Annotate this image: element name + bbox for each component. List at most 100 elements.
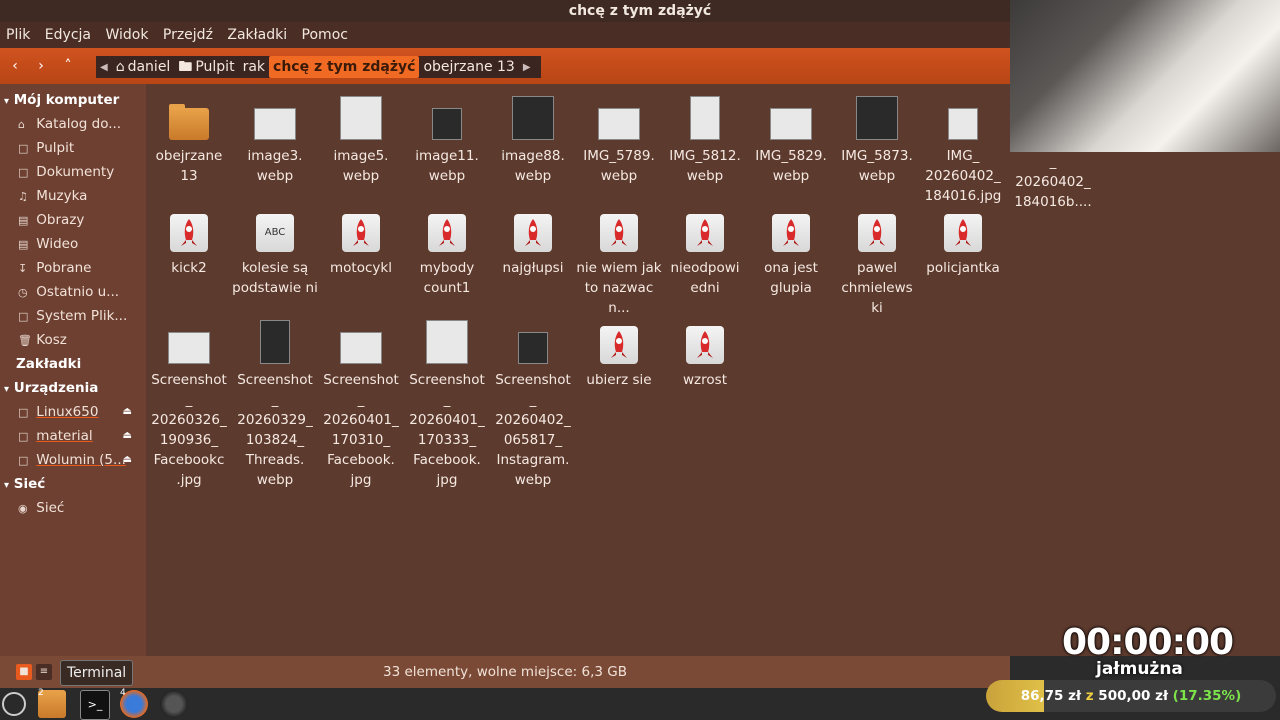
sidebar-item-desktop[interactable]: □ Pulpit [0, 136, 146, 160]
sidebar-header-network[interactable]: ▾ Sieć [0, 472, 146, 496]
sidebar-item-videos[interactable]: ▤ Wideo [0, 232, 146, 256]
expand-icon: ▾ [4, 96, 10, 107]
menu-view[interactable]: Widok [105, 27, 148, 43]
sidebar-header-devices[interactable]: ▾ Urządzenia [0, 376, 146, 400]
image-thumbnail-icon [426, 320, 468, 364]
breadcrumb-current[interactable]: chcę z tym zdążyć [269, 56, 420, 78]
file-item[interactable]: Screenshot _ 20260329_ 103824_ Threads. … [232, 316, 318, 490]
file-item[interactable]: nieodpowi edni [662, 204, 748, 298]
file-label: Screenshot _ 20260401_ 170310_ Facebook.… [323, 372, 399, 488]
stream-timer: 00:00:00 [1062, 622, 1234, 663]
menu-bookmarks[interactable]: Zakładki [227, 27, 287, 43]
music-icon: ♫ [18, 190, 28, 203]
file-item[interactable]: Screenshot _ 20260402_ 065817_ Instagram… [490, 316, 576, 490]
sidebar-item-recent[interactable]: ◷ Ostatnio u... [0, 280, 146, 304]
file-label: IMG_ 20260402_ 184016.jpg [924, 148, 1002, 204]
file-item[interactable]: ABC kolesie są podstawie ni [232, 204, 318, 298]
breadcrumb-home[interactable]: ⌂ daniel [112, 56, 175, 78]
file-label: image88. webp [501, 148, 565, 184]
rocket-icon [170, 214, 208, 252]
file-item[interactable]: Screenshot _ 20260326_ 190936_ Facebookc… [146, 316, 232, 490]
picture-icon: ▤ [18, 214, 29, 227]
files-app-icon[interactable]: 2 [38, 688, 66, 718]
rocket-icon [514, 214, 552, 252]
file-item[interactable]: ubierz sie [576, 316, 662, 390]
file-item[interactable]: IMG_5789. webp [576, 92, 662, 186]
file-label: policjantka [926, 260, 1000, 276]
sidebar-item-device-linux650[interactable]: □ Linux650 ⏏ [0, 400, 146, 424]
file-item[interactable]: najgłupsi [490, 204, 576, 278]
expand-icon: ▾ [4, 480, 10, 491]
files-badge: 2 [38, 688, 44, 698]
file-item[interactable]: motocykl [318, 204, 404, 278]
obs-app-icon[interactable] [160, 690, 188, 718]
menu-file[interactable]: Plik [6, 27, 30, 43]
donation-bar: 86,75 zł z 500,00 zł (17.35%) [986, 680, 1276, 712]
sidebar-header-computer[interactable]: ▾ Mój komputer [0, 88, 146, 112]
breadcrumb-left-icon[interactable]: ◀ [96, 62, 112, 73]
donation-caption: jałmużna [1096, 659, 1183, 679]
file-item[interactable]: image11. webp [404, 92, 490, 186]
rocket-icon [600, 326, 638, 364]
tree-toggle-icon[interactable]: ≡ [36, 664, 52, 680]
image-thumbnail-icon [260, 320, 290, 364]
file-item[interactable]: obejrzane 13 [146, 92, 232, 186]
sidebar-item-music[interactable]: ♫ Muzyka [0, 184, 146, 208]
file-item[interactable]: Screenshot _ 20260401_ 170333_ Facebook.… [404, 316, 490, 490]
file-item[interactable]: policjantka [920, 204, 1006, 278]
breadcrumb-desktop[interactable]: 🖿 Pulpit [174, 56, 238, 78]
menu-edit[interactable]: Edycja [45, 27, 91, 43]
sidebar-item-device-material[interactable]: □ material ⏏ [0, 424, 146, 448]
file-item[interactable]: image3. webp [232, 92, 318, 186]
file-item[interactable]: IMG_ 20260402_ 184016.jpg [920, 92, 1006, 206]
toolbar: ‹ › ˄ ◀ ⌂ daniel 🖿 Pulpit rak chcę z tym z… [0, 48, 1010, 84]
firefox-app-icon[interactable]: 4 [120, 688, 148, 718]
file-item[interactable]: IMG_5812. webp [662, 92, 748, 186]
rocket-icon [772, 214, 810, 252]
breadcrumb-right-icon[interactable]: ▶ [519, 62, 535, 73]
back-arrow-icon[interactable]: ‹ [4, 56, 26, 76]
sidebar-item-downloads[interactable]: ↧ Pobrane [0, 256, 146, 280]
sidebar-item-home[interactable]: ⌂ Katalog do... [0, 112, 146, 136]
file-label: IMG_5873. webp [841, 148, 913, 184]
forward-arrow-icon[interactable]: › [30, 56, 52, 76]
up-arrow-icon[interactable]: ˄ [57, 56, 79, 76]
sidebar-item-device-volume[interactable]: □ Wolumin (5... ⏏ [0, 448, 146, 472]
file-item[interactable]: pawel chmielews ki [834, 204, 920, 318]
menu-go[interactable]: Przejdź [163, 27, 213, 43]
sidebar-item-pictures[interactable]: ▤ Obrazy [0, 208, 146, 232]
sidebar-item-network[interactable]: ◉ Sieć [0, 496, 146, 520]
sidebar-item-trash[interactable]: 🗑 Kosz [0, 328, 146, 352]
terminal-app-icon[interactable]: >_ [80, 690, 110, 720]
eject-icon[interactable]: ⏏ [123, 400, 132, 424]
trash-icon: 🗑 [18, 334, 32, 347]
file-item[interactable]: IMG_5873. webp [834, 92, 920, 186]
file-item[interactable]: wzrost [662, 316, 748, 390]
file-label: wzrost [683, 372, 727, 388]
eject-icon[interactable]: ⏏ [123, 448, 132, 472]
drive-icon: □ [18, 454, 29, 467]
places-toggle-icon[interactable]: ■ [16, 664, 32, 680]
menu-help[interactable]: Pomoc [302, 27, 348, 43]
file-item[interactable]: nie wiem jak to nazwac n... [576, 204, 662, 318]
file-item[interactable]: Screenshot _ 20260401_ 170310_ Facebook.… [318, 316, 404, 490]
file-item[interactable]: kick2 [146, 204, 232, 278]
file-item[interactable]: image5. webp [318, 92, 404, 186]
breadcrumb-child[interactable]: obejrzane 13 [419, 56, 518, 78]
file-item[interactable]: ona jest glupia [748, 204, 834, 298]
menu-icon[interactable] [2, 692, 26, 716]
eject-icon[interactable]: ⏏ [123, 424, 132, 448]
sidebar-item-filesystem[interactable]: □ System Plik... [0, 304, 146, 328]
file-item-partial[interactable]: _ 20260402_ 184016b.... [1010, 152, 1096, 212]
folder-icon: □ [18, 142, 29, 155]
sidebar-item-documents[interactable]: □ Dokumenty [0, 160, 146, 184]
file-item[interactable]: image88. webp [490, 92, 576, 186]
breadcrumb-rak[interactable]: rak [239, 56, 269, 78]
sidebar-header-bookmarks[interactable]: Zakładki [0, 352, 146, 376]
file-item[interactable]: mybody count1 [404, 204, 490, 298]
file-label: nieodpowi edni [670, 260, 740, 296]
firefox-badge: 4 [120, 688, 126, 698]
drive-icon: □ [18, 430, 29, 443]
expand-icon: ▾ [4, 384, 10, 395]
file-item[interactable]: IMG_5829. webp [748, 92, 834, 186]
